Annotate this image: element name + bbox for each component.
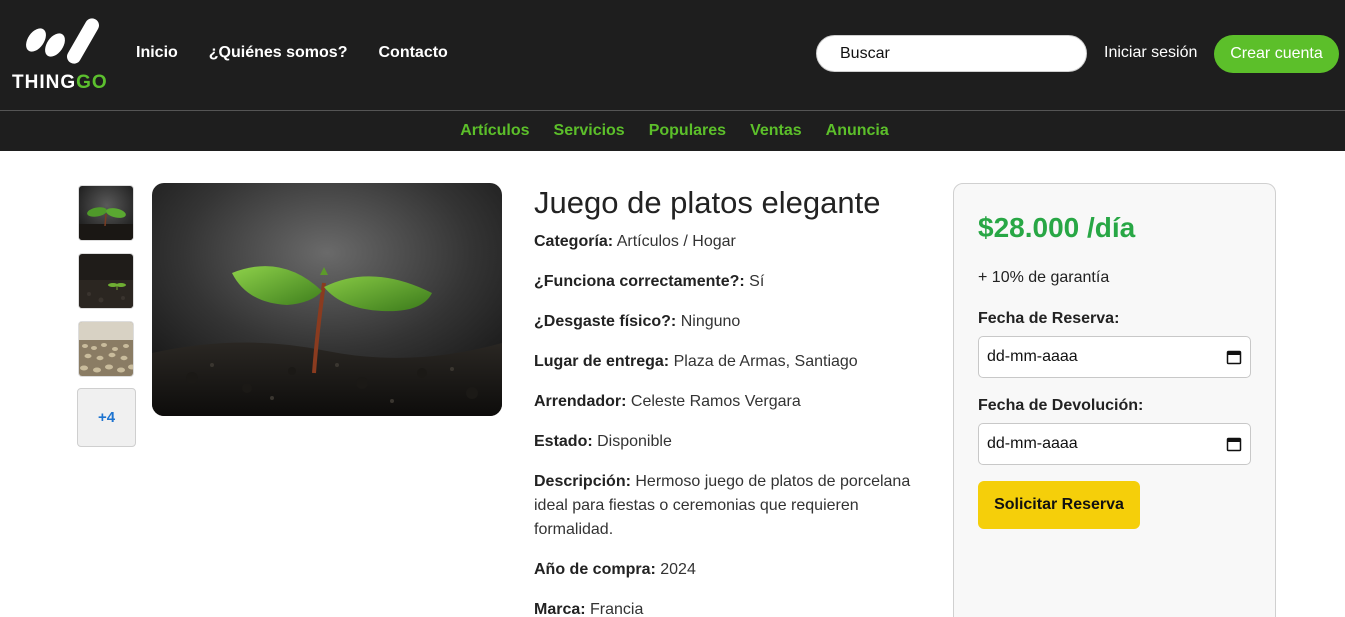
- create-account-button[interactable]: Crear cuenta: [1214, 35, 1339, 73]
- more-photos-button[interactable]: +4: [77, 388, 136, 447]
- detail-marca: Marca: Francia: [534, 601, 644, 617]
- category-link-anuncia[interactable]: Anuncia: [826, 122, 889, 140]
- login-link[interactable]: Iniciar sesión: [1104, 44, 1197, 62]
- nav-link-quienes-somos[interactable]: ¿Quiénes somos?: [209, 44, 348, 62]
- gallery-thumbnail[interactable]: [78, 321, 134, 377]
- grains-photo-icon: [79, 322, 133, 376]
- top-header: THINGGO Inicio ¿Quiénes somos? Contacto …: [0, 0, 1345, 110]
- calendar-icon[interactable]: [1226, 349, 1242, 365]
- sprout-photo-icon: [152, 183, 502, 416]
- category-bar: Artículos Servicios Populares Ventas Anu…: [0, 110, 1345, 151]
- logo-mark-icon: [26, 18, 99, 64]
- detail-anio-compra: Año de compra: 2024: [534, 561, 696, 578]
- product-title: Juego de platos elegante: [534, 185, 881, 220]
- logo-wordmark: THINGGO: [12, 72, 108, 93]
- nav-link-contacto[interactable]: Contacto: [378, 44, 447, 62]
- category-link-servicios[interactable]: Servicios: [554, 122, 625, 140]
- category-nav: Artículos Servicios Populares Ventas Anu…: [0, 122, 1345, 140]
- start-date-value: dd-mm-aaaa: [987, 348, 1078, 365]
- gallery-thumbnail[interactable]: [78, 253, 134, 309]
- start-date-label: Fecha de Reserva:: [978, 310, 1120, 327]
- detail-categoria: Categoría: Artículos / Hogar: [534, 233, 736, 250]
- calendar-icon[interactable]: [1226, 436, 1242, 452]
- start-date-field[interactable]: dd-mm-aaaa: [978, 336, 1251, 378]
- category-link-populares[interactable]: Populares: [649, 122, 726, 140]
- deposit-note: + 10% de garantía: [978, 269, 1110, 286]
- return-date-field[interactable]: dd-mm-aaaa: [978, 423, 1251, 465]
- detail-descripcion: Descripción: Hermoso juego de platos de …: [534, 473, 911, 538]
- thinggo-logo[interactable]: THINGGO: [10, 14, 114, 94]
- nav-link-inicio[interactable]: Inicio: [136, 44, 178, 62]
- rental-price: $28.000 /día: [978, 212, 1136, 243]
- return-date-value: dd-mm-aaaa: [987, 435, 1078, 452]
- detail-funciona: ¿Funciona correctamente?: Sí: [534, 273, 765, 290]
- detail-estado: Estado: Disponible: [534, 433, 672, 450]
- detail-lugar-entrega: Lugar de entrega: Plaza de Armas, Santia…: [534, 353, 858, 370]
- detail-arrendador: Arrendador: Celeste Ramos Vergara: [534, 393, 801, 410]
- category-link-articulos[interactable]: Artículos: [460, 122, 529, 140]
- sprout-photo-icon: [79, 254, 133, 308]
- request-reservation-button[interactable]: Solicitar Reserva: [978, 481, 1140, 529]
- product-main-image[interactable]: [152, 183, 502, 416]
- gallery-thumbnail[interactable]: [78, 185, 134, 241]
- detail-desgaste: ¿Desgaste físico?: Ninguno: [534, 313, 741, 330]
- category-link-ventas[interactable]: Ventas: [750, 122, 802, 140]
- main-nav: Inicio ¿Quiénes somos? Contacto: [136, 44, 448, 62]
- return-date-label: Fecha de Devolución:: [978, 397, 1144, 414]
- sprout-photo-icon: [79, 186, 133, 240]
- search-input[interactable]: [816, 35, 1087, 72]
- product-details: Categoría: Artículos / Hogar ¿Funciona c…: [534, 230, 914, 617]
